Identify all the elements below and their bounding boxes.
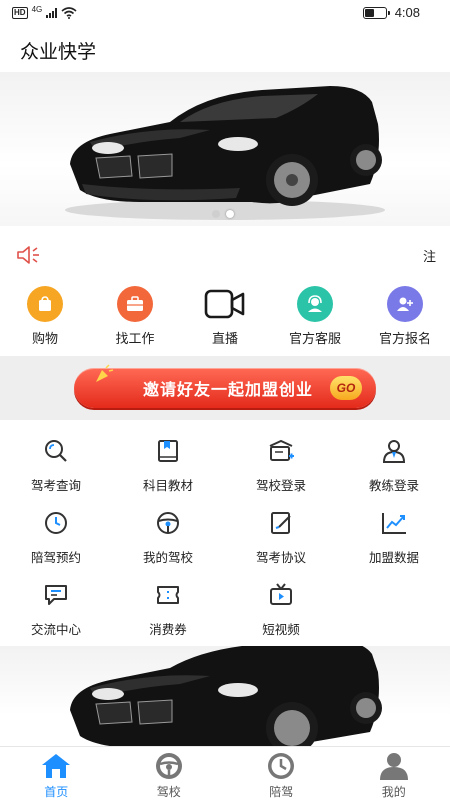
status-right: 4:08 [362, 5, 420, 20]
carousel-dot[interactable] [212, 210, 220, 218]
grid-item-label: 加盟数据 [368, 551, 419, 565]
tab-accompany-driving[interactable]: 陪驾 [225, 747, 338, 800]
quick-entry-label: 找工作 [115, 331, 155, 346]
steering-wheel-icon [152, 751, 186, 781]
grid-item-short-video[interactable]: 短视频 [225, 568, 337, 638]
battery-icon [362, 6, 390, 19]
grid-item-label: 短视频 [262, 623, 300, 637]
grid-item-my-school[interactable]: 我的驾校 [112, 496, 224, 566]
quick-entry-label: 官方客服 [288, 331, 341, 346]
notice-text: 注 [422, 248, 436, 264]
home-icon [39, 751, 73, 781]
trend-chart-icon [379, 508, 409, 537]
add-user-icon [387, 286, 423, 322]
customer-service-icon [297, 286, 333, 322]
app-header: 众业快学 [0, 28, 450, 72]
quick-entry-customer-service[interactable]: 官方客服 [270, 286, 360, 348]
grid-item-label: 教练登录 [368, 479, 419, 493]
hd-badge: HD [12, 7, 28, 19]
invite-text: 邀请好友一起加盟创业 [142, 382, 313, 399]
quick-entry-jobs[interactable]: 找工作 [90, 286, 180, 348]
tv-icon [266, 580, 296, 609]
steering-wheel-icon [153, 508, 183, 537]
grid-item-label: 陪驾预约 [30, 551, 81, 565]
book-icon [153, 436, 183, 465]
go-badge: GO [330, 376, 362, 400]
quick-entry-label: 官方报名 [378, 331, 431, 346]
grid-item-coupon[interactable]: 消费券 [112, 568, 224, 638]
network-type: 4G [31, 4, 43, 14]
status-bar: HD 4G 4:08 [0, 0, 450, 26]
car-image [70, 646, 382, 746]
briefcase-icon [117, 286, 153, 322]
grid-item-community[interactable]: 交流中心 [0, 568, 112, 638]
grid-item-school-login[interactable]: 驾校登录 [225, 424, 337, 494]
quick-entry-label: 直播 [211, 331, 238, 346]
user-icon [377, 751, 411, 781]
tab-mine[interactable]: 我的 [338, 747, 450, 800]
quick-entry-row: 购物 找工作 直播 官方客服 官方报名 [0, 286, 450, 348]
search-icon [41, 436, 71, 465]
grid-item-franchise-data[interactable]: 加盟数据 [338, 496, 450, 566]
tab-label: 首页 [44, 785, 69, 799]
grid-item-exam-query[interactable]: 驾考查询 [0, 424, 112, 494]
wifi-icon [61, 7, 77, 19]
quick-entry-live[interactable]: 直播 [180, 286, 270, 348]
status-left: HD 4G [12, 4, 77, 19]
banner-carousel[interactable] [0, 72, 450, 226]
school-login-icon [266, 436, 296, 465]
quick-entry-shopping[interactable]: 购物 [0, 286, 90, 348]
bottom-tab-bar: 首页 驾校 陪驾 我的 [0, 746, 450, 800]
grid-item-label: 驾考查询 [30, 479, 81, 493]
party-popper-icon [96, 364, 114, 382]
signal-icon [46, 8, 58, 18]
invite-friends-button[interactable]: 邀请好友一起加盟创业 GO [74, 364, 376, 408]
grid-item-exam-agreement[interactable]: 驾考协议 [225, 496, 337, 566]
chat-icon [41, 580, 71, 609]
feature-grid: 驾考查询 科目教材 驾校登录 教练登录 陪驾预约 我的驾校 驾考协议 加盟数据 … [0, 424, 450, 642]
grid-item-driving-appointment[interactable]: 陪驾预约 [0, 496, 112, 566]
car-image [65, 86, 385, 220]
grid-item-label: 驾校登录 [255, 479, 306, 493]
quick-entry-label: 购物 [31, 331, 58, 346]
carousel-dot-active[interactable] [226, 210, 234, 218]
carousel-indicator [212, 210, 234, 218]
speaker-icon [17, 246, 39, 264]
tab-label: 我的 [381, 785, 406, 799]
promo-banner[interactable] [0, 646, 450, 746]
video-camera-icon [204, 286, 246, 322]
edit-document-icon [266, 508, 296, 537]
invite-section: 邀请好友一起加盟创业 GO [0, 356, 450, 420]
grid-item-label: 交流中心 [30, 623, 81, 637]
clock-icon [41, 508, 71, 537]
grid-item-textbook[interactable]: 科目教材 [112, 424, 224, 494]
coach-icon [379, 436, 409, 465]
tab-label: 陪驾 [269, 785, 294, 799]
clock-icon [264, 751, 298, 781]
grid-item-coach-login[interactable]: 教练登录 [338, 424, 450, 494]
coupon-icon [153, 580, 183, 609]
notice-bar[interactable]: 注 [0, 238, 450, 272]
quick-entry-registration[interactable]: 官方报名 [360, 286, 450, 348]
app-title: 众业快学 [20, 41, 97, 63]
grid-item-label: 消费券 [149, 623, 187, 637]
shopping-bag-icon [27, 286, 63, 322]
tab-home[interactable]: 首页 [0, 747, 113, 800]
tab-driving-school[interactable]: 驾校 [113, 747, 226, 800]
grid-item-label: 科目教材 [142, 479, 193, 493]
clock-time: 4:08 [394, 5, 420, 20]
tab-label: 驾校 [156, 785, 181, 799]
grid-item-label: 驾考协议 [255, 551, 306, 565]
grid-item-label: 我的驾校 [142, 551, 193, 565]
